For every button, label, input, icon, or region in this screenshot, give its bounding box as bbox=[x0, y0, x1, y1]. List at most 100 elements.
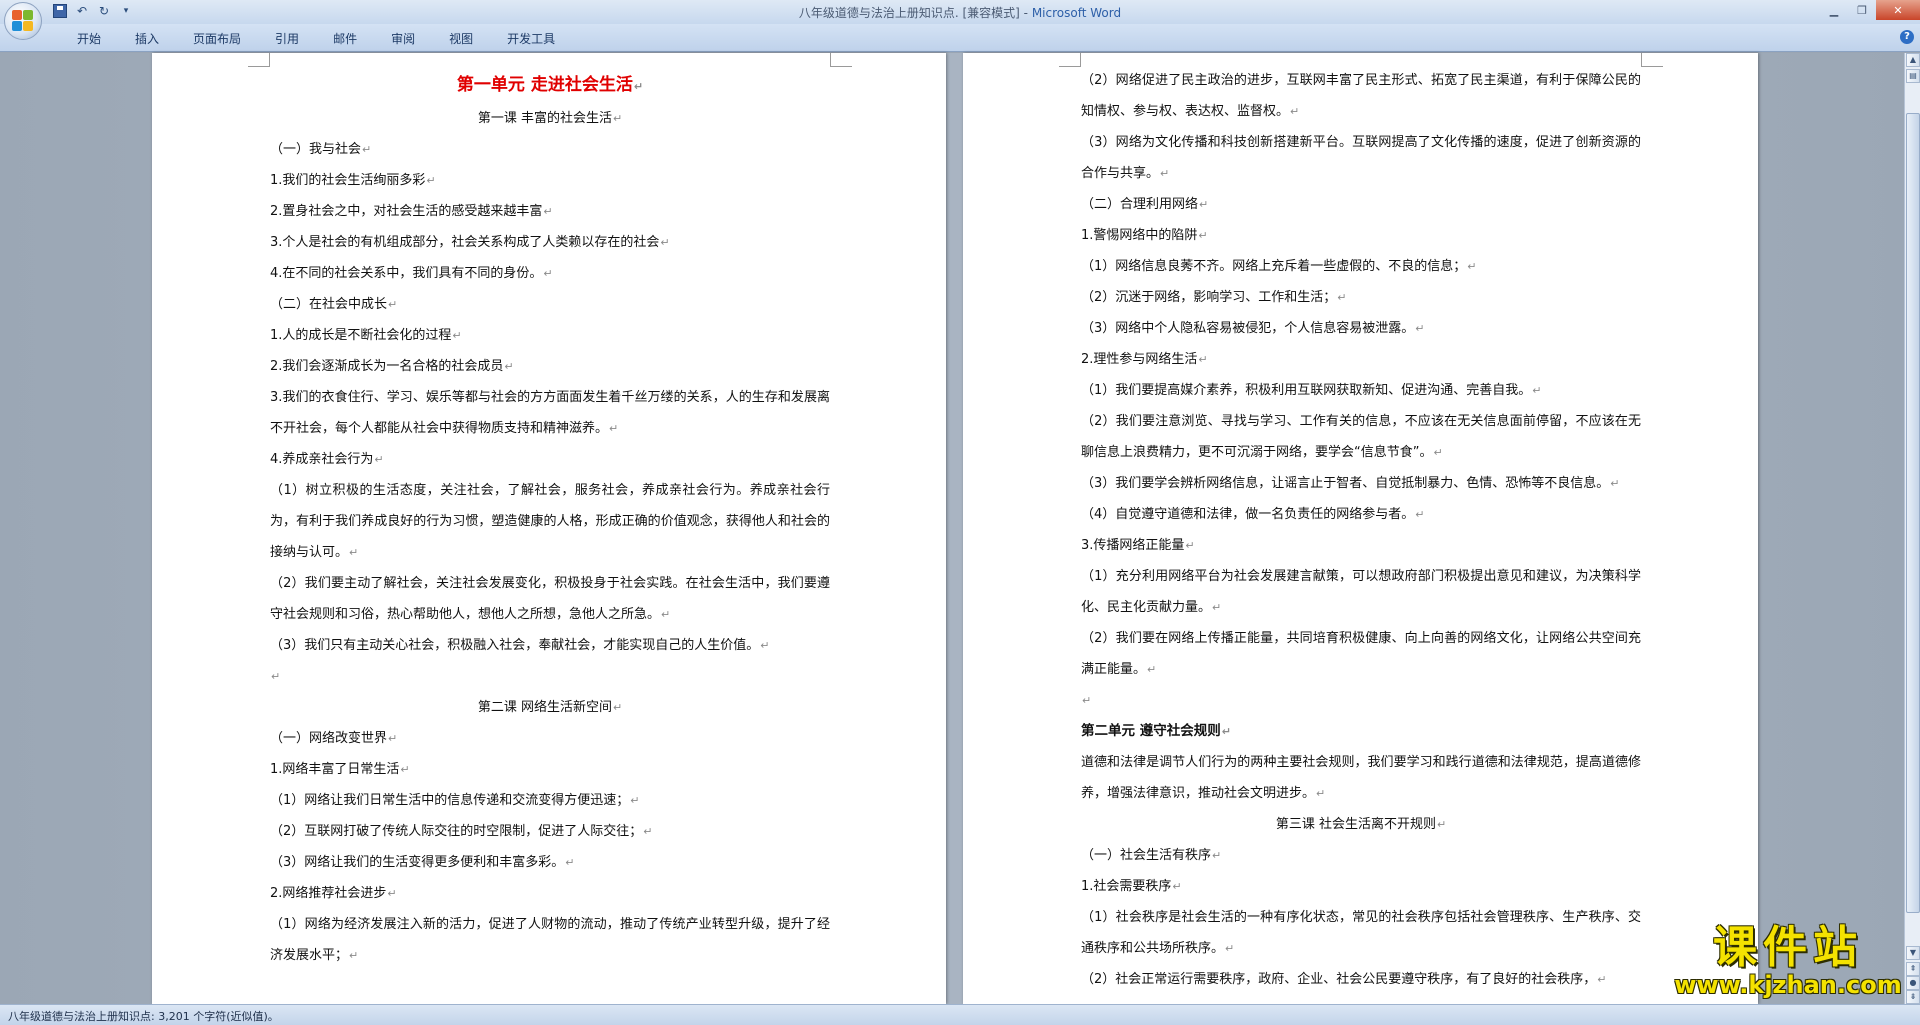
unit-heading[interactable]: 第一单元 走进社会生活↵ bbox=[270, 67, 830, 103]
paragraph[interactable]: （1）树立积极的生活态度，关注社会，了解社会，服务社会，养成亲社会行为。养成亲社… bbox=[270, 475, 830, 568]
ribbon-tab[interactable]: 插入 bbox=[118, 30, 176, 47]
paragraph[interactable]: （4）自觉遵守道德和法律，做一名负责任的网络参与者。↵ bbox=[1081, 499, 1641, 530]
paragraph[interactable]: 1.人的成长是不断社会化的过程↵ bbox=[270, 320, 830, 351]
document-title: 八年级道德与法治上册知识点. [兼容模式] - bbox=[798, 6, 1032, 20]
paragraph[interactable]: ↵ bbox=[1081, 685, 1641, 716]
paragraph-text: （1）网络信息良莠不齐。网络上充斥着一些虚假的、不良的信息； bbox=[1081, 259, 1467, 274]
paragraph[interactable]: 4.在不同的社会关系中，我们具有不同的身份。↵ bbox=[270, 258, 830, 289]
next-page-icon[interactable]: ⇟ bbox=[1906, 990, 1920, 1004]
paragraph-mark-icon: ↵ bbox=[388, 298, 398, 311]
word-count-status[interactable]: 八年级道德与法治上册知识点: 3,201 个字符(近似值)。 bbox=[8, 1008, 279, 1024]
vertical-scrollbar[interactable]: ▲ ▤ ▼ ⇞ ● ⇟ bbox=[1904, 53, 1920, 1004]
ribbon-tab[interactable]: 审阅 bbox=[374, 30, 432, 47]
paragraph[interactable]: （1）网络信息良莠不齐。网络上充斥着一些虚假的、不良的信息；↵ bbox=[1081, 251, 1641, 282]
paragraph[interactable]: （1）我们要提高媒介素养，积极利用互联网获取新知、促进沟通、完善自我。↵ bbox=[1081, 375, 1641, 406]
paragraph-text: 1.我们的社会生活绚丽多彩 bbox=[270, 173, 426, 188]
paragraph[interactable]: （二）在社会中成长↵ bbox=[270, 289, 830, 320]
paragraph[interactable]: （2）我们要注意浏览、寻找与学习、工作有关的信息，不应该在无关信息面前停留，不应… bbox=[1081, 406, 1641, 468]
ruler-toggle-icon[interactable]: ▤ bbox=[1906, 69, 1920, 83]
page-left-text[interactable]: 第一单元 走进社会生活↵ 第一课 丰富的社会生活↵ （一）我与社会↵ 1.我们的社会生… bbox=[270, 67, 830, 971]
paragraph-text: （2）社会正常运行需要秩序，政府、企业、社会公民要遵守秩序，有了良好的社会秩序， bbox=[1081, 972, 1597, 987]
paragraph[interactable]: （3）网络为文化传播和科技创新搭建新平台。互联网提高了文化传播的速度，促进了创新… bbox=[1081, 127, 1641, 189]
paragraph[interactable]: 1.我们的社会生活绚丽多彩↵ bbox=[270, 165, 830, 196]
paragraph[interactable]: （1）充分利用网络平台为社会发展建言献策，可以想政府部门积极提出意见和建议，为决… bbox=[1081, 561, 1641, 623]
paragraph-mark-icon: ↵ bbox=[1212, 849, 1222, 862]
paragraph-mark-icon: ↵ bbox=[1082, 694, 1092, 707]
minimize-icon[interactable]: ▁ bbox=[1820, 0, 1848, 20]
paragraph-mark-icon: ↵ bbox=[565, 856, 575, 869]
paragraph[interactable]: 2.理性参与网络生活↵ bbox=[1081, 344, 1641, 375]
paragraph[interactable]: （1）社会秩序是社会生活的一种有序化状态，常见的社会秩序包括社会管理秩序、生产秩… bbox=[1081, 902, 1641, 964]
ribbon-tab[interactable]: 视图 bbox=[432, 30, 490, 47]
paragraph[interactable]: （3）我们要学会辨析网络信息，让谣言止于智者、自觉抵制暴力、色情、恐怖等不良信息… bbox=[1081, 468, 1641, 499]
paragraph-text: 1.人的成长是不断社会化的过程 bbox=[270, 328, 452, 343]
ribbon-tab[interactable]: 邮件 bbox=[316, 30, 374, 47]
lesson-heading[interactable]: 第一课 丰富的社会生活↵ bbox=[270, 103, 830, 134]
paragraph[interactable]: （1）网络让我们日常生活中的信息传递和交流变得方便迅速；↵ bbox=[270, 785, 830, 816]
paragraph[interactable]: （3）网络中个人隐私容易被侵犯，个人信息容易被泄露。↵ bbox=[1081, 313, 1641, 344]
ribbon-tab[interactable]: 开发工具 bbox=[490, 30, 572, 47]
paragraph[interactable]: （2）我们要在网络上传播正能量，共同培育积极健康、向上向善的网络文化，让网络公共… bbox=[1081, 623, 1641, 685]
paragraph-mark-icon: ↵ bbox=[1316, 787, 1326, 800]
paragraph[interactable]: 3.我们的衣食住行、学习、娱乐等都与社会的方方面面发生着千丝万缕的关系，人的生存… bbox=[270, 382, 830, 444]
scrollbar-thumb[interactable] bbox=[1906, 113, 1920, 913]
unit-heading[interactable]: 第二单元 遵守社会规则↵ bbox=[1081, 716, 1641, 747]
paragraph[interactable]: ↵ bbox=[270, 661, 830, 692]
paragraph-mark-icon: ↵ bbox=[1597, 973, 1607, 986]
paragraph[interactable]: （2）沉迷于网络，影响学习、工作和生活；↵ bbox=[1081, 282, 1641, 313]
restore-icon[interactable]: ❐ bbox=[1848, 0, 1876, 20]
paragraph[interactable]: （一）我与社会↵ bbox=[270, 134, 830, 165]
scroll-up-icon[interactable]: ▲ bbox=[1906, 53, 1920, 67]
paragraph-mark-icon: ↵ bbox=[271, 670, 281, 683]
paragraph[interactable]: （2）我们要主动了解社会，关注社会发展变化，积极投身于社会实践。在社会生活中，我… bbox=[270, 568, 830, 630]
paragraph[interactable]: 2.网络推荐社会进步↵ bbox=[270, 878, 830, 909]
paragraph[interactable]: 3.个人是社会的有机组成部分，社会关系构成了人类赖以存在的社会↵ bbox=[270, 227, 830, 258]
lesson-heading[interactable]: 第二课 网络生活新空间↵ bbox=[270, 692, 830, 723]
page-right[interactable]: （2）网络促进了民主政治的进步，互联网丰富了民主形式、拓宽了民主渠道，有利于保障… bbox=[963, 53, 1758, 1004]
browse-object-icon[interactable]: ● bbox=[1906, 976, 1920, 990]
paragraph[interactable]: 2.我们会逐渐成长为一名合格的社会成员↵ bbox=[270, 351, 830, 382]
paragraph[interactable]: （1）网络为经济发展注入新的活力，促进了人财物的流动，推动了传统产业转型升级，提… bbox=[270, 909, 830, 971]
previous-page-icon[interactable]: ⇞ bbox=[1906, 962, 1920, 976]
paragraph[interactable]: （2）网络促进了民主政治的进步，互联网丰富了民主形式、拓宽了民主渠道，有利于保障… bbox=[1081, 65, 1641, 127]
paragraph-mark-icon: ↵ bbox=[1610, 477, 1620, 490]
ribbon-tab[interactable]: 开始 bbox=[60, 30, 118, 47]
watermark-title: 课件站 bbox=[1713, 922, 1863, 973]
paragraph[interactable]: 3.传播网络正能量↵ bbox=[1081, 530, 1641, 561]
page-left[interactable]: 第一单元 走进社会生活↵ 第一课 丰富的社会生活↵ （一）我与社会↵ 1.我们的社会生… bbox=[152, 53, 946, 1004]
paragraph[interactable]: （一）社会生活有秩序↵ bbox=[1081, 840, 1641, 871]
paragraph[interactable]: （3）我们只有主动关心社会，积极融入社会，奉献社会，才能实现自己的人生价值。↵ bbox=[270, 630, 830, 661]
paragraph[interactable]: （3）网络让我们的生活变得更多便利和丰富多彩。↵ bbox=[270, 847, 830, 878]
site-watermark: 课件站 www.kjzhan.com bbox=[1668, 924, 1908, 1004]
paragraph[interactable]: 1.警惕网络中的陷阱↵ bbox=[1081, 220, 1641, 251]
paragraph[interactable]: 道德和法律是调节人们行为的两种主要社会规则，我们要学习和践行道德和法律规范，提高… bbox=[1081, 747, 1641, 809]
paragraph-text: 1.警惕网络中的陷阱 bbox=[1081, 228, 1198, 243]
ribbon-tabs: 开始 插入 页面布局 引用 邮件 审阅 视图 开发工具 bbox=[60, 30, 572, 47]
paragraph-mark-icon: ↵ bbox=[362, 143, 372, 156]
paragraph[interactable]: 1.网络丰富了日常生活↵ bbox=[270, 754, 830, 785]
paragraph-mark-icon: ↵ bbox=[349, 949, 359, 962]
lesson-heading[interactable]: 第三课 社会生活离不开规则↵ bbox=[1081, 809, 1641, 840]
paragraph-text: 2.网络推荐社会进步 bbox=[270, 886, 387, 901]
app-name: Microsoft Word bbox=[1031, 6, 1122, 20]
paragraph-text: 道德和法律是调节人们行为的两种主要社会规则，我们要学习和践行道德和法律规范，提高… bbox=[1081, 755, 1641, 801]
ribbon-tab[interactable]: 页面布局 bbox=[176, 30, 258, 47]
paragraph-mark-icon: ↵ bbox=[400, 763, 410, 776]
paragraph-text: （3）网络让我们的生活变得更多便利和丰富多彩。 bbox=[270, 855, 565, 870]
paragraph-text: （2）我们要注意浏览、寻找与学习、工作有关的信息，不应该在无关信息面前停留，不应… bbox=[1081, 414, 1641, 460]
paragraph[interactable]: 2.置身社会之中，对社会生活的感受越来越丰富↵ bbox=[270, 196, 830, 227]
paragraph-mark-icon: ↵ bbox=[661, 608, 671, 621]
paragraph[interactable]: （一）网络改变世界↵ bbox=[270, 723, 830, 754]
paragraph[interactable]: （2）社会正常运行需要秩序，政府、企业、社会公民要遵守秩序，有了良好的社会秩序，… bbox=[1081, 964, 1641, 995]
office-button[interactable] bbox=[4, 2, 42, 40]
paragraph[interactable]: （2）互联网打破了传统人际交往的时空限制，促进了人际交往；↵ bbox=[270, 816, 830, 847]
paragraph[interactable]: 4.养成亲社会行为↵ bbox=[270, 444, 830, 475]
page-right-text[interactable]: （2）网络促进了民主政治的进步，互联网丰富了民主形式、拓宽了民主渠道，有利于保障… bbox=[1081, 65, 1641, 995]
scroll-down-icon[interactable]: ▼ bbox=[1906, 946, 1920, 960]
ribbon-tab[interactable]: 引用 bbox=[258, 30, 316, 47]
paragraph[interactable]: （二）合理利用网络↵ bbox=[1081, 189, 1641, 220]
help-icon[interactable]: ? bbox=[1900, 30, 1914, 44]
paragraph-mark-icon: ↵ bbox=[1433, 446, 1443, 459]
close-icon[interactable]: ✕ bbox=[1876, 0, 1920, 20]
paragraph[interactable]: 1.社会需要秩序↵ bbox=[1081, 871, 1641, 902]
